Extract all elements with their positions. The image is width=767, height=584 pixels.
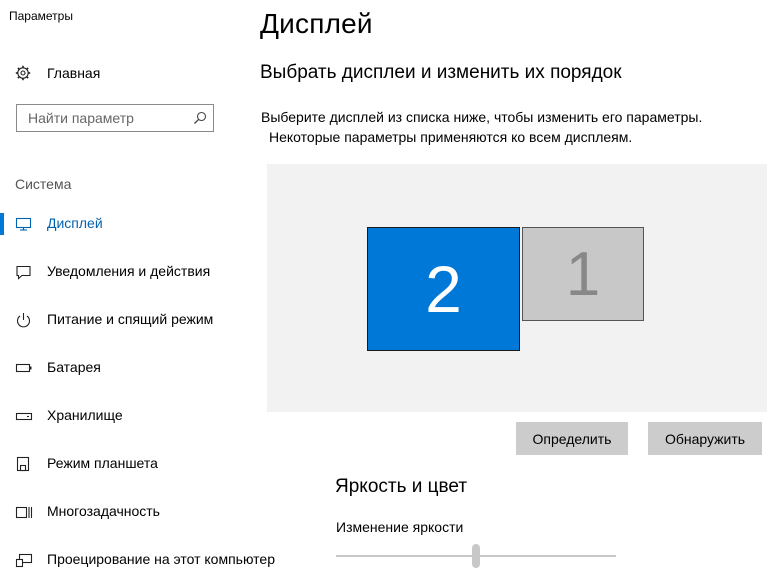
slider-thumb[interactable] <box>472 544 480 568</box>
multitasking-icon <box>15 504 33 520</box>
sidebar-home-label: Главная <box>47 65 101 81</box>
arrange-heading: Выбрать дисплеи и изменить их порядок <box>260 62 622 83</box>
tablet-mode-icon <box>15 456 33 472</box>
detect-button[interactable]: Обнаружить <box>648 422 762 455</box>
sidebar-item-label: Батарея <box>47 359 101 375</box>
sidebar-item-power[interactable]: Питание и спящий режим <box>0 303 238 337</box>
page-title: Дисплей <box>260 8 373 39</box>
search-icon[interactable] <box>193 111 207 125</box>
monitor-icon <box>15 216 33 232</box>
description-line-2: Некоторые параметры применяются ко всем … <box>269 129 633 145</box>
sidebar-item-display[interactable]: Дисплей <box>0 207 238 241</box>
sidebar-item-notifications[interactable]: Уведомления и действия <box>0 255 238 289</box>
battery-icon <box>15 360 33 376</box>
app-title: Параметры <box>9 9 73 23</box>
search-box[interactable] <box>16 104 214 132</box>
sidebar-home[interactable]: Главная <box>0 58 238 88</box>
sidebar-item-projecting[interactable]: Проецирование на этот компьютер <box>0 543 275 577</box>
search-input[interactable] <box>17 105 198 131</box>
sidebar-item-label: Многозадачность <box>47 503 160 519</box>
brightness-label: Изменение яркости <box>336 519 464 535</box>
sidebar-item-label: Питание и спящий режим <box>47 311 214 327</box>
sidebar-item-label: Режим планшета <box>47 455 158 471</box>
monitor-1[interactable]: 1 <box>522 227 644 321</box>
sidebar-item-tablet-mode[interactable]: Режим планшета <box>0 447 238 481</box>
sidebar-item-label: Проецирование на этот компьютер <box>47 551 275 567</box>
gear-icon <box>15 65 31 81</box>
sidebar-item-label: Хранилище <box>47 407 123 423</box>
notification-icon <box>15 264 33 280</box>
settings-window: Параметры Главная Найти параметр Система… <box>0 0 767 584</box>
projecting-icon <box>15 552 33 568</box>
sidebar-item-battery[interactable]: Батарея <box>0 351 238 385</box>
brightness-heading: Яркость и цвет <box>335 476 468 497</box>
sidebar-item-storage[interactable]: Хранилище <box>0 399 238 433</box>
sidebar: Параметры Главная Найти параметр Система… <box>0 0 275 584</box>
sidebar-item-multitasking[interactable]: Многозадачность <box>0 495 238 529</box>
power-icon <box>15 312 33 328</box>
monitor-2[interactable]: 2 <box>367 227 520 351</box>
sidebar-item-label: Дисплей <box>47 215 103 231</box>
display-arrangement-area[interactable]: 2 1 <box>267 164 767 412</box>
brightness-slider[interactable] <box>336 544 616 568</box>
sidebar-item-label: Уведомления и действия <box>47 263 211 279</box>
storage-icon <box>15 408 33 424</box>
identify-button[interactable]: Определить <box>516 422 628 455</box>
active-indicator <box>0 213 4 235</box>
sidebar-section-system: Система <box>15 176 72 192</box>
description-line-1: Выберите дисплей из списка ниже, чтобы и… <box>261 109 703 125</box>
